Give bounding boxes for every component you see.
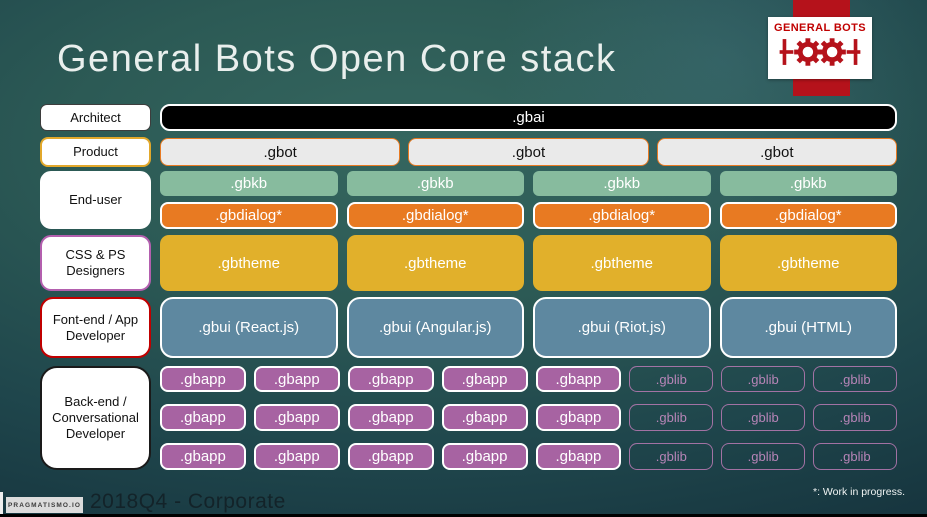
stack-box-gbkb: .gbkb	[160, 171, 338, 196]
stack-box-gbui: .gbui (React.js)	[160, 297, 338, 358]
stack-box-gbapp: .gbapp	[441, 404, 528, 431]
stack-box-gblib: .gblib	[813, 443, 897, 470]
stack-box-gbkb: .gbkb	[719, 171, 897, 196]
stack-box-gbui: .gbui (Angular.js)	[346, 297, 524, 358]
stack-row-apps1: .gbapp .gbapp .gbapp .gbapp .gbapp .gblib .gbl…	[160, 366, 897, 392]
stack-box-gbdialog: .gbdialog*	[160, 202, 338, 229]
stack-box-gbapp: .gbapp	[535, 404, 622, 431]
role-label-end-user: End-user	[40, 171, 151, 229]
stack-box-gbot: .gbot	[656, 138, 897, 166]
stack-box-gbapp: .gbapp	[441, 443, 528, 470]
role-label-text: End-user	[69, 192, 122, 208]
stack-box-gbapp: .gbapp	[347, 404, 434, 431]
stack-box-gblib: .gblib	[721, 366, 806, 392]
role-label-text: Font-end / App Developer	[52, 311, 139, 343]
stack-box-gbdialog: .gbdialog*	[533, 202, 711, 229]
footer-edge-line	[0, 492, 3, 515]
work-in-progress-note: *: Work in progress.	[812, 486, 905, 498]
stack-box-gbapp: .gbapp	[535, 443, 622, 470]
stack-box-gbtheme: .gbtheme	[719, 235, 897, 291]
stack-box-gblib: .gblib	[813, 404, 897, 431]
stack-box-gbkb: .gbkb	[533, 171, 711, 196]
pragmatismo-badge: PRAGMATISMO.IO	[6, 497, 83, 513]
stack-box-gbot: .gbot	[160, 138, 401, 166]
stack-box-gblib: .gblib	[629, 443, 714, 470]
stack-box-gbtheme: .gbtheme	[160, 235, 338, 291]
stack-box-gblib: .gblib	[813, 366, 897, 392]
stack-box-gbot: .gbot	[408, 138, 649, 166]
stack-row-gbtheme: .gbtheme .gbtheme .gbtheme .gbtheme	[160, 235, 897, 291]
stack-box-gbapp: .gbapp	[160, 366, 246, 392]
stack-row-gbot: .gbot .gbot .gbot	[160, 138, 897, 166]
slide: General Bots Open Core stack GENERAL BOT…	[0, 0, 927, 517]
stack-box-gbdialog: .gbdialog*	[719, 202, 897, 229]
stack-box-gbapp: .gbapp	[347, 366, 434, 392]
stack-row-gbai: .gbai	[160, 104, 897, 131]
role-label-text: Architect	[70, 109, 121, 125]
logo-brand-text: GENERAL BOTS	[774, 22, 866, 34]
stack-box-gbai: .gbai	[160, 104, 897, 131]
gears-icon	[778, 35, 862, 74]
general-bots-logo: GENERAL BOTS	[768, 17, 872, 79]
stack-box-gbui: .gbui (Riot.js)	[533, 297, 711, 358]
stack-box-gblib: .gblib	[721, 443, 806, 470]
stack-box-gbapp: .gbapp	[253, 366, 340, 392]
stack-box-gblib: .gblib	[629, 404, 714, 431]
role-label-frontend: Font-end / App Developer	[40, 297, 151, 358]
page-title: General Bots Open Core stack	[57, 38, 617, 80]
role-label-text: Back-end / Conversational Developer	[52, 394, 139, 441]
stack-box-gbui: .gbui (HTML)	[719, 297, 897, 358]
role-label-designers: CSS & PS Designers	[40, 235, 151, 291]
stack-box-gbdialog: .gbdialog*	[346, 202, 524, 229]
stack-box-gbapp: .gbapp	[253, 443, 340, 470]
stack-box-gbapp: .gbapp	[160, 443, 246, 470]
stack-box-gbtheme: .gbtheme	[346, 235, 524, 291]
stack-row-gbui: .gbui (React.js) .gbui (Angular.js) .gbui …	[160, 297, 897, 358]
stack-row-gbdialog: .gbdialog* .gbdialog* .gbdialog* .gbdialog*	[160, 202, 897, 229]
stack-box-gbapp: .gbapp	[441, 366, 528, 392]
footer-edition: 2018Q4 - Corporate	[90, 490, 286, 513]
stack-box-gbkb: .gbkb	[346, 171, 524, 196]
stack-box-gbtheme: .gbtheme	[533, 235, 711, 291]
role-label-text: CSS & PS Designers	[65, 247, 126, 278]
stack-row-gbkb: .gbkb .gbkb .gbkb .gbkb	[160, 171, 897, 196]
stack-row-apps3: .gbapp .gbapp .gbapp .gbapp .gbapp .gblib .gbl…	[160, 443, 897, 470]
role-label-backend: Back-end / Conversational Developer	[40, 366, 151, 470]
role-label-architect: Architect	[40, 104, 151, 131]
stack-row-apps2: .gbapp .gbapp .gbapp .gbapp .gbapp .gblib .gbl…	[160, 404, 897, 431]
stack-box-gblib: .gblib	[721, 404, 806, 431]
stack-box-gbapp: .gbapp	[535, 366, 622, 392]
role-label-text: Product	[73, 144, 118, 160]
stack-box-gblib: .gblib	[629, 366, 714, 392]
stack-box-gbapp: .gbapp	[347, 443, 434, 470]
stack-box-gbapp: .gbapp	[160, 404, 246, 431]
role-label-product: Product	[40, 137, 151, 167]
stack-box-gbapp: .gbapp	[253, 404, 340, 431]
